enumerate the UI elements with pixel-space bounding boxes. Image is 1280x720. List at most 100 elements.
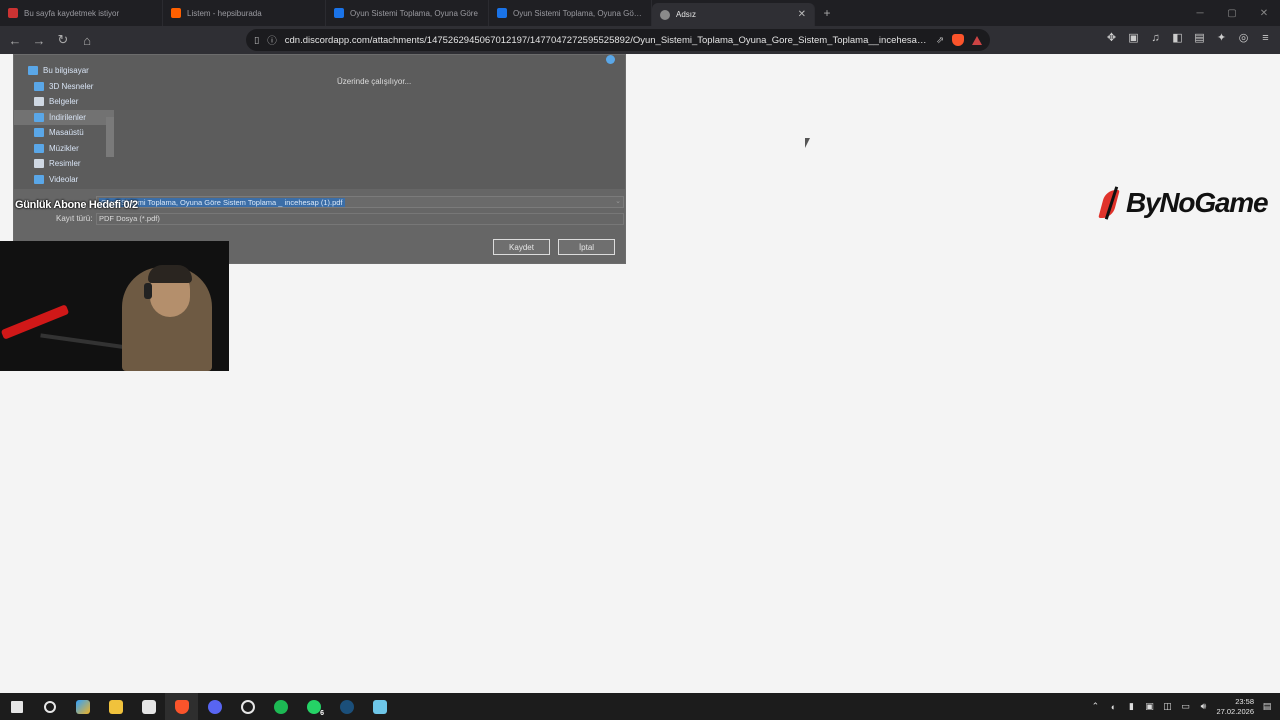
save-button[interactable]: Kaydet: [493, 239, 550, 255]
store-icon: [141, 699, 156, 714]
download-icon: [34, 112, 44, 122]
search-button[interactable]: [33, 693, 66, 720]
windows-icon: [10, 700, 23, 713]
whatsapp-badge: 6: [320, 710, 324, 717]
favicon-icon: [171, 8, 181, 18]
microphone-icon[interactable]: ▮: [1126, 701, 1136, 712]
video-icon: [34, 174, 44, 184]
sidebar-item-pictures[interactable]: Resimler: [14, 156, 114, 172]
chevron-down-icon[interactable]: ⌄: [615, 197, 621, 205]
volume-icon[interactable]: 🔊︎: [1198, 701, 1208, 712]
clock-date: 27.02.2026: [1216, 706, 1254, 716]
sidebar-item-label: 3D Nesneler: [49, 81, 94, 91]
tab-2[interactable]: Oyun Sistemi Toplama, Oyuna Göre: [326, 0, 489, 26]
tab-title: Adsız: [676, 10, 697, 19]
monitor-icon[interactable]: ▭: [1180, 701, 1190, 712]
app-icon: [240, 699, 255, 714]
sidebar-icon[interactable]: ◧: [1171, 32, 1184, 45]
save-dialog: Bu bilgisayar 3D Nesneler Belgeler İndir…: [13, 54, 626, 264]
streamer-hair: [148, 265, 192, 283]
brave-shield-icon[interactable]: [952, 34, 964, 46]
music-icon[interactable]: ♫: [1149, 32, 1162, 45]
address-text[interactable]: cdn.discordapp.com/attachments/147526294…: [285, 35, 928, 46]
home-icon[interactable]: ⌂: [80, 33, 94, 48]
tab-4[interactable]: Adsız ✕: [652, 3, 815, 26]
scrollbar-thumb[interactable]: [106, 117, 114, 157]
sidebar-item-downloads[interactable]: İndirilenler: [14, 109, 114, 125]
pictures-icon: [34, 159, 44, 169]
sidebar-item-label: Müzikler: [49, 143, 79, 153]
forward-icon[interactable]: →: [32, 33, 46, 48]
bookmark-icon[interactable]: ▯: [254, 35, 259, 46]
vpn-icon[interactable]: ◎: [1237, 32, 1250, 45]
microphone-light: [0, 304, 70, 340]
minimize-icon[interactable]: ─: [1184, 0, 1216, 26]
clock-time: 23:58: [1235, 696, 1254, 706]
brave-icon: [174, 699, 189, 714]
computer-icon: [28, 66, 38, 76]
spotify-icon: [273, 699, 288, 714]
music-icon: [34, 143, 44, 153]
sidebar-item-desktop[interactable]: Masaüstü: [14, 125, 114, 141]
bynogame-logo: ByNoGame: [1098, 186, 1269, 220]
mouse-cursor-icon: [805, 138, 810, 148]
tab-0[interactable]: Bu sayfa kaydetmek istiyor: [0, 0, 163, 26]
tab-title: Listem - hepsiburada: [187, 8, 262, 18]
leo-icon[interactable]: ✦: [1215, 32, 1228, 45]
steam-button[interactable]: [330, 693, 363, 720]
cancel-button[interactable]: İptal: [558, 239, 615, 255]
screenshot-icon[interactable]: ▣: [1127, 32, 1140, 45]
subscriber-goal-text: Günlük Abone Hedefi 0/2: [15, 199, 138, 211]
menu-icon[interactable]: ≡: [1259, 32, 1272, 45]
file-type-value: PDF Dosya (*.pdf): [99, 214, 160, 223]
address-bar[interactable]: ▯ ⓘ cdn.discordapp.com/attachments/14752…: [246, 29, 990, 51]
maximize-icon[interactable]: ▢: [1216, 0, 1248, 26]
app-tray-icon[interactable]: ◐: [1108, 702, 1118, 712]
back-icon[interactable]: ←: [8, 33, 22, 48]
sidebar-item-documents[interactable]: Belgeler: [14, 94, 114, 110]
sidebar-item-music[interactable]: Müzikler: [14, 141, 114, 157]
sidebar-item-this-pc[interactable]: Bu bilgisayar: [14, 63, 114, 79]
app-button[interactable]: [231, 693, 264, 720]
search-icon: [43, 700, 56, 713]
reload-icon[interactable]: ↻: [56, 32, 70, 48]
spotify-button[interactable]: [264, 693, 297, 720]
sidebar-item-label: Videolar: [49, 174, 79, 184]
brave-button[interactable]: [165, 693, 198, 720]
sidebar-scrollbar[interactable]: [106, 65, 114, 189]
folder-icon: [108, 699, 123, 714]
filename-field[interactable]: Oyun Sistemi Toplama, Oyuna Göre Sistem …: [96, 196, 624, 208]
system-tray: ⌃ ◐ ▮ ▣ ◫ ▭ 🔊︎ 23:58 27.02.2026 ▤: [1090, 697, 1280, 717]
favicon-icon: [334, 8, 344, 18]
wallet-icon[interactable]: ▤: [1193, 32, 1206, 45]
screen-icon[interactable]: ▣: [1144, 701, 1154, 712]
start-button[interactable]: [0, 693, 33, 720]
notifications-icon[interactable]: ▤: [1262, 701, 1272, 712]
taskbar: 6 ⌃ ◐ ▮ ▣ ◫ ▭ 🔊︎ 23:58 27.02.2026 ▤: [0, 693, 1280, 720]
brave-rewards-icon[interactable]: [972, 35, 982, 45]
help-icon[interactable]: [606, 55, 615, 64]
network-icon[interactable]: ◫: [1162, 701, 1172, 712]
discord-button[interactable]: [198, 693, 231, 720]
info-icon[interactable]: ⓘ: [267, 33, 277, 47]
share-icon[interactable]: ⇗: [936, 35, 944, 46]
notepad-button[interactable]: [363, 693, 396, 720]
extensions-icon[interactable]: ✥: [1105, 32, 1118, 45]
copilot-button[interactable]: [66, 693, 99, 720]
tab-title: Oyun Sistemi Toplama, Oyuna Göre S: [513, 8, 643, 18]
tab-1[interactable]: Listem - hepsiburada: [163, 0, 326, 26]
store-button[interactable]: [132, 693, 165, 720]
file-explorer-button[interactable]: [99, 693, 132, 720]
tab-3[interactable]: Oyun Sistemi Toplama, Oyuna Göre S: [489, 0, 652, 26]
sidebar-item-3d[interactable]: 3D Nesneler: [14, 79, 114, 95]
file-type-select[interactable]: PDF Dosya (*.pdf): [96, 213, 624, 225]
sidebar-item-label: Resimler: [49, 159, 81, 169]
new-tab-button[interactable]: +: [815, 0, 839, 26]
clock[interactable]: 23:58 27.02.2026: [1216, 697, 1254, 717]
chevron-up-icon[interactable]: ⌃: [1090, 701, 1100, 712]
sidebar-item-videos[interactable]: Videolar: [14, 172, 114, 188]
close-window-icon[interactable]: ✕: [1248, 0, 1280, 26]
toolbar-actions: ✥ ▣ ♫ ◧ ▤ ✦ ◎ ≡: [1105, 32, 1272, 45]
whatsapp-button[interactable]: 6: [297, 693, 330, 720]
close-tab-icon[interactable]: ✕: [798, 9, 806, 20]
